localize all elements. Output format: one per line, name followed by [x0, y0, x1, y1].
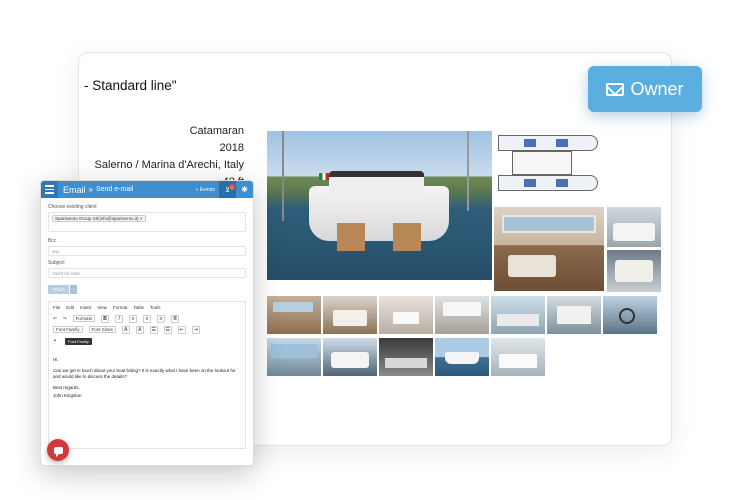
font-family-tooltip: Font Family: [65, 338, 92, 345]
menu-edit[interactable]: Edit: [66, 305, 74, 310]
bullet-list-icon[interactable]: ☰: [149, 325, 158, 334]
gallery-thumbnail[interactable]: [267, 338, 321, 376]
numbered-list-icon[interactable]: ☰: [163, 325, 172, 334]
menu-insert[interactable]: Insert: [80, 305, 91, 310]
message-greeting: Hi,: [53, 357, 59, 362]
menu-view[interactable]: View: [97, 305, 107, 310]
attach-button[interactable]: Attach ›: [48, 285, 78, 294]
hamburger-menu-icon[interactable]: [41, 181, 58, 198]
justify-icon[interactable]: ≣: [171, 314, 180, 323]
subject-label: Subject: [48, 260, 65, 266]
align-right-icon[interactable]: ≡: [157, 314, 166, 323]
screenshot-stage: - Standard line" Catamaran 2018 Salerno …: [0, 0, 750, 500]
subject-field[interactable]: Yacht for Sale: [48, 268, 246, 278]
cabin-photo[interactable]: [607, 207, 661, 247]
font-sizes-dropdown[interactable]: Font Sizes: [88, 326, 116, 333]
envelope-icon: [606, 82, 625, 96]
align-center-icon[interactable]: ≡: [143, 314, 152, 323]
cabin-photo-2[interactable]: [607, 250, 661, 292]
deck-plan-photo[interactable]: [494, 131, 606, 195]
chat-bubble-icon[interactable]: [47, 439, 69, 461]
events-label: Events: [199, 186, 215, 193]
gear-icon[interactable]: ✱: [236, 181, 253, 198]
spec-year: 2018: [219, 142, 244, 154]
owner-contact-button[interactable]: Owner: [588, 66, 702, 112]
email-compose-window: Email » Send e-mail ▪ Events ⊻ 1 ✱ Choos…: [40, 180, 254, 466]
cart-badge: 1: [229, 184, 235, 190]
client-select[interactable]: Spartivento Group Srl(info@spartivento.i…: [48, 212, 246, 232]
email-form: Choose existing client Spartivento Group…: [41, 198, 253, 453]
gallery-thumbnail[interactable]: [603, 296, 657, 334]
redo-icon[interactable]: ↷: [63, 316, 67, 322]
menu-format[interactable]: Format: [113, 305, 127, 310]
rich-text-editor[interactable]: File Edit Insert View Format Table Tools…: [48, 301, 246, 449]
link-icon[interactable]: ⚭: [53, 338, 57, 344]
menu-table[interactable]: Table: [133, 305, 144, 310]
email-header-subtitle: Send e-mail: [95, 186, 134, 193]
font-family-dropdown[interactable]: Font Family: [53, 326, 83, 333]
client-chip[interactable]: Spartivento Group Srl(info@spartivento.i…: [52, 215, 146, 222]
listing-title: - Standard line": [84, 78, 177, 93]
message-signature: John Kingston: [53, 393, 82, 398]
spec-type: Catamaran: [189, 125, 244, 137]
text-color-icon[interactable]: A: [121, 325, 130, 334]
undo-icon[interactable]: ↶: [53, 316, 57, 322]
menu-tools[interactable]: Tools: [150, 305, 161, 310]
editor-toolbar-1: ↶ ↷ Formats B I ≡ ≡ ≡ ≣: [49, 313, 245, 324]
formats-dropdown[interactable]: Formats: [72, 315, 96, 322]
gallery-thumbnail[interactable]: [323, 338, 377, 376]
attach-dropdown-icon[interactable]: ›: [69, 285, 78, 294]
bcc-field[interactable]: any: [48, 246, 246, 256]
outdent-icon[interactable]: ⇤: [177, 325, 186, 334]
gallery-thumbnail[interactable]: [435, 296, 489, 334]
main-boat-photo[interactable]: [267, 131, 492, 280]
align-left-icon[interactable]: ≡: [129, 314, 138, 323]
breadcrumb-separator: »: [88, 185, 93, 194]
gallery-thumbnail[interactable]: [379, 338, 433, 376]
gallery-thumbnail[interactable]: [547, 296, 601, 334]
spec-location: Salerno / Marina d'Arechi, Italy: [94, 159, 244, 171]
gallery-thumbnail[interactable]: [435, 338, 489, 376]
remove-chip-icon[interactable]: ×: [140, 216, 143, 221]
salon-photo[interactable]: [494, 207, 604, 291]
italic-icon[interactable]: I: [115, 314, 124, 323]
client-chip-text: Spartivento Group Srl(info@spartivento.i…: [55, 216, 139, 221]
editor-toolbar-2: Font Family Font Sizes A A ☰ ☰ ⇤ ⇥: [49, 324, 245, 335]
owner-button-label: Owner: [630, 78, 684, 99]
indent-icon[interactable]: ⇥: [191, 325, 200, 334]
gallery-thumbnail[interactable]: [491, 338, 545, 376]
message-closing: Best regards,: [53, 385, 80, 390]
gallery-thumbnail[interactable]: [379, 296, 433, 334]
bcc-label: Bcc: [48, 238, 57, 244]
bold-icon[interactable]: B: [101, 314, 110, 323]
gallery-thumbnail[interactable]: [267, 296, 321, 334]
attach-label: Attach: [48, 285, 69, 294]
client-label: Choose existing client: [48, 204, 97, 210]
gallery-thumbnail[interactable]: [323, 296, 377, 334]
editor-menubar: File Edit Insert View Format Table Tools: [49, 302, 245, 313]
email-header-title: Email: [63, 184, 86, 195]
email-header: Email » Send e-mail ▪ Events ⊻ 1 ✱: [41, 181, 253, 198]
message-body[interactable]: Hi, Can we get in touch about your boat …: [53, 357, 241, 404]
cart-button[interactable]: ⊻ 1: [219, 181, 236, 198]
gallery-thumbnail[interactable]: [491, 296, 545, 334]
calendar-icon: ▪: [195, 186, 198, 193]
menu-file[interactable]: File: [53, 305, 60, 310]
message-text: Can we get in touch about your boat list…: [53, 368, 236, 379]
events-button[interactable]: ▪ Events: [192, 187, 219, 193]
background-color-icon[interactable]: A: [135, 325, 144, 334]
